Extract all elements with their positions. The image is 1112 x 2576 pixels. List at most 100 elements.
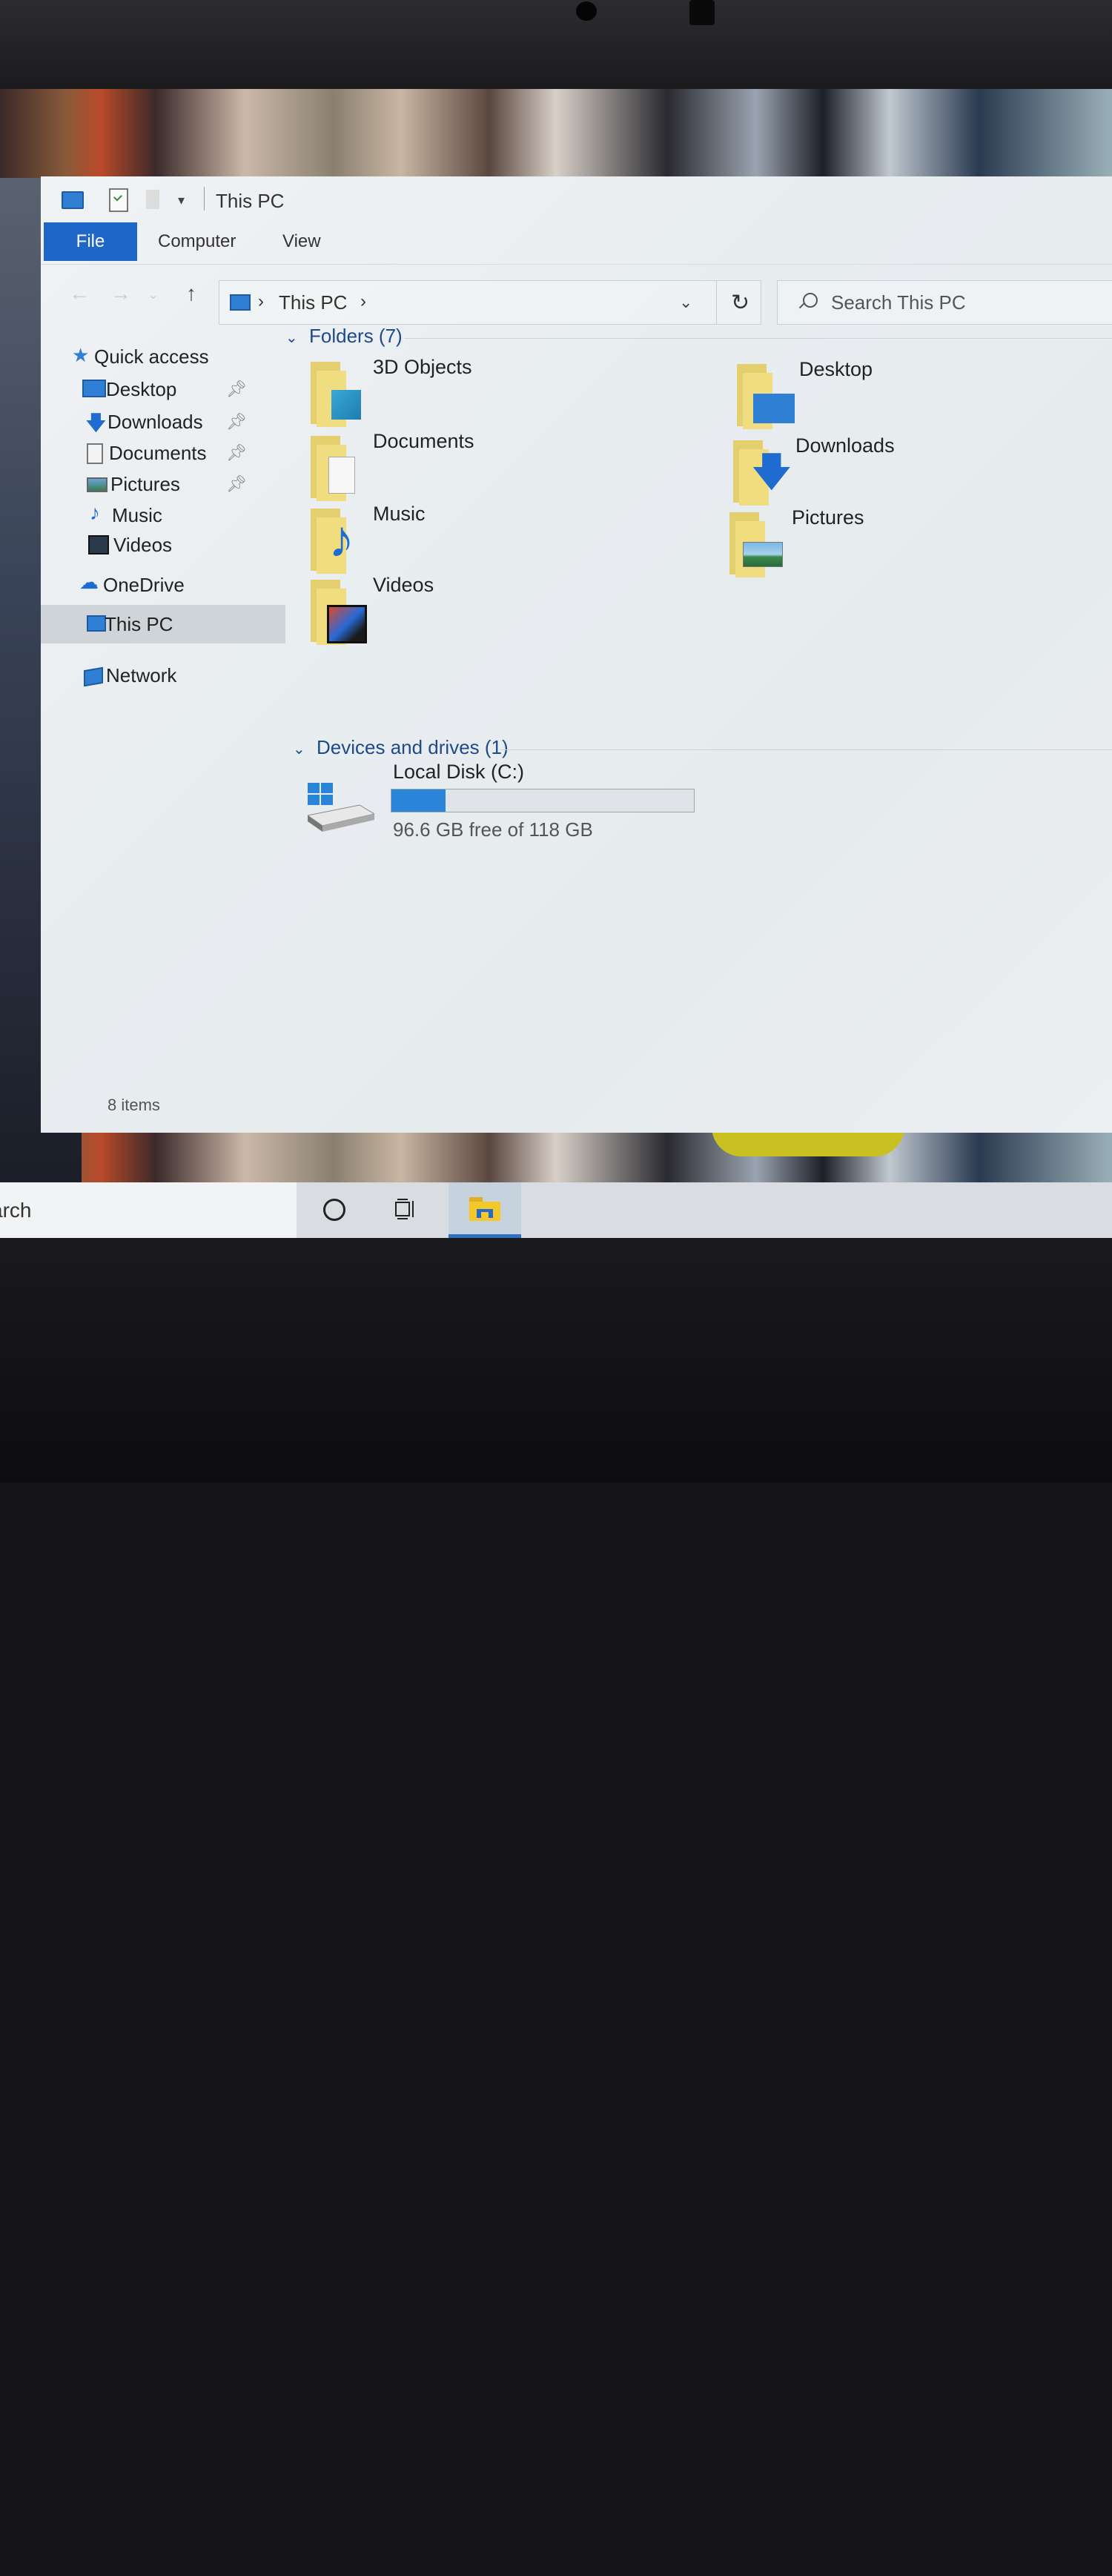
chevron-down-icon[interactable]: ⌄	[285, 330, 298, 346]
folder-label: Desktop	[799, 358, 873, 380]
sidebar-item-label: Quick access	[94, 345, 209, 368]
search-box[interactable]	[777, 280, 1112, 325]
tab-computer[interactable]: Computer	[158, 222, 236, 261]
sidebar-item-label: OneDrive	[103, 574, 185, 596]
forward-arrow-icon[interactable]: →	[110, 282, 131, 305]
folder-tile-desktop[interactable]: Desktop	[734, 358, 1030, 432]
folder-icon	[308, 356, 367, 430]
search-icon	[803, 293, 818, 308]
computer-icon	[230, 294, 251, 311]
chevron-right-icon[interactable]: ›	[258, 291, 264, 312]
sidebar-item-quick-access[interactable]: ★ Quick access	[41, 340, 285, 374]
up-arrow-icon[interactable]: ↑	[186, 282, 196, 305]
landscape-icon	[743, 542, 783, 567]
sidebar-item-documents[interactable]: Documents 📌︎	[41, 436, 285, 470]
status-bar-item-count: 8 items	[107, 1096, 160, 1114]
sidebar-item-onedrive[interactable]: ☁ OneDrive	[41, 568, 285, 602]
group-header-devices[interactable]: ⌄ Devices and drives (1)	[293, 736, 509, 759]
folder-icon: 🡇	[730, 434, 792, 509]
music-note-icon: ♪	[90, 501, 100, 524]
chevron-down-icon[interactable]: ⌄	[679, 293, 692, 312]
pin-icon[interactable]: 📌︎	[226, 412, 247, 431]
folder-tile-downloads[interactable]: 🡇 Downloads	[730, 434, 1027, 509]
taskbar-search-box[interactable]: arch	[0, 1182, 297, 1238]
star-icon: ★	[72, 344, 90, 366]
sidebar-item-label: Pictures	[110, 473, 180, 495]
folder-icon	[469, 1197, 500, 1221]
picture-icon	[87, 477, 107, 492]
folder-label: Documents	[373, 430, 474, 452]
folder-icon	[308, 574, 367, 648]
film-icon	[88, 535, 109, 554]
music-note-icon: ♪	[328, 510, 354, 568]
folder-icon: ♪	[308, 503, 367, 577]
sidebar-item-pictures[interactable]: Pictures 📌︎	[41, 467, 285, 501]
folder-label: Downloads	[795, 434, 895, 457]
folder-icon	[734, 358, 795, 432]
cortana-icon[interactable]	[323, 1199, 345, 1221]
cloud-icon: ☁	[79, 571, 99, 593]
chevron-down-icon[interactable]: ⌄	[293, 741, 305, 758]
folder-label: 3D Objects	[373, 356, 472, 378]
window-title: This PC	[216, 190, 285, 212]
sidebar-item-label: Music	[112, 504, 162, 526]
pin-icon[interactable]: 📌︎	[226, 474, 247, 494]
task-view-icon[interactable]	[394, 1199, 417, 1219]
breadcrumb[interactable]: This PC	[279, 291, 347, 314]
chevron-right-icon[interactable]: ›	[360, 291, 366, 312]
folder-tile-videos[interactable]: Videos	[308, 574, 604, 648]
quick-access-toolbar-dropdown-icon[interactable]: ▾	[178, 193, 185, 208]
folder-tile-music[interactable]: ♪ Music	[308, 503, 604, 577]
sidebar-item-label: Network	[106, 664, 177, 686]
search-input[interactable]	[830, 288, 1099, 317]
desktop-icon	[82, 380, 106, 397]
pin-icon[interactable]: 📌︎	[226, 380, 247, 399]
sidebar-item-downloads[interactable]: 🡇 Downloads 📌︎	[41, 405, 285, 439]
title-separator	[204, 187, 205, 211]
sidebar-item-desktop[interactable]: Desktop 📌︎	[41, 372, 285, 406]
folder-icon	[727, 506, 786, 580]
tab-view[interactable]: View	[282, 222, 321, 261]
new-folder-icon[interactable]	[146, 190, 159, 209]
sidebar-item-videos[interactable]: Videos	[41, 528, 285, 562]
sidebar-item-network[interactable]: Network	[41, 658, 285, 692]
file-explorer-window: ▾ This PC File Computer View ← → ⌄ ↑ › T…	[41, 176, 1112, 1133]
back-arrow-icon[interactable]: ←	[69, 282, 90, 305]
desktop-icon	[753, 394, 795, 423]
pin-icon[interactable]: 📌︎	[226, 443, 247, 463]
group-header-folders[interactable]: ⌄ Folders (7)	[285, 325, 403, 348]
computer-icon[interactable]	[62, 191, 84, 209]
taskbar-search-text: arch	[0, 1199, 32, 1222]
folder-tile-pictures[interactable]: Pictures	[727, 506, 1023, 580]
cube-icon	[331, 390, 361, 420]
sidebar-item-label: Videos	[113, 534, 173, 556]
monitor-bezel-top	[0, 0, 1112, 89]
taskbar: arch	[0, 1182, 1112, 1238]
recent-locations-icon[interactable]: ⌄	[148, 288, 158, 302]
folder-tile-documents[interactable]: Documents	[308, 430, 604, 504]
sidebar-item-label: This PC	[105, 613, 173, 635]
drive-usage-fill	[391, 789, 446, 812]
group-header-label: Devices and drives (1)	[317, 736, 509, 758]
folder-tile-3d-objects[interactable]: 3D Objects	[308, 356, 604, 430]
folder-label: Videos	[373, 574, 434, 596]
folder-label: Music	[373, 503, 426, 525]
group-divider	[404, 338, 1112, 339]
folder-label: Pictures	[792, 506, 864, 529]
drive-usage-bar	[391, 789, 695, 812]
taskbar-file-explorer-button[interactable]	[449, 1182, 521, 1238]
document-icon	[87, 443, 103, 464]
network-icon	[84, 666, 103, 687]
address-bar[interactable]: › This PC › ⌄ ↻	[219, 280, 761, 325]
download-arrow-icon: 🡇	[751, 450, 792, 494]
properties-icon[interactable]	[109, 188, 128, 212]
sidebar-item-label: Desktop	[106, 378, 177, 400]
refresh-icon[interactable]: ↻	[731, 290, 749, 316]
tab-file[interactable]: File	[44, 222, 137, 261]
drive-label: Local Disk (C:)	[393, 761, 525, 783]
navigation-pane: ★ Quick access Desktop 📌︎ 🡇 Downloads 📌︎…	[41, 340, 285, 1081]
webcam-icon	[576, 1, 597, 21]
drive-tile-local-disk[interactable]: Local Disk (C:) 96.6 GB free of 118 GB	[306, 761, 752, 850]
download-arrow-icon: 🡇	[85, 411, 107, 434]
sidebar-item-this-pc[interactable]: This PC	[41, 605, 285, 643]
